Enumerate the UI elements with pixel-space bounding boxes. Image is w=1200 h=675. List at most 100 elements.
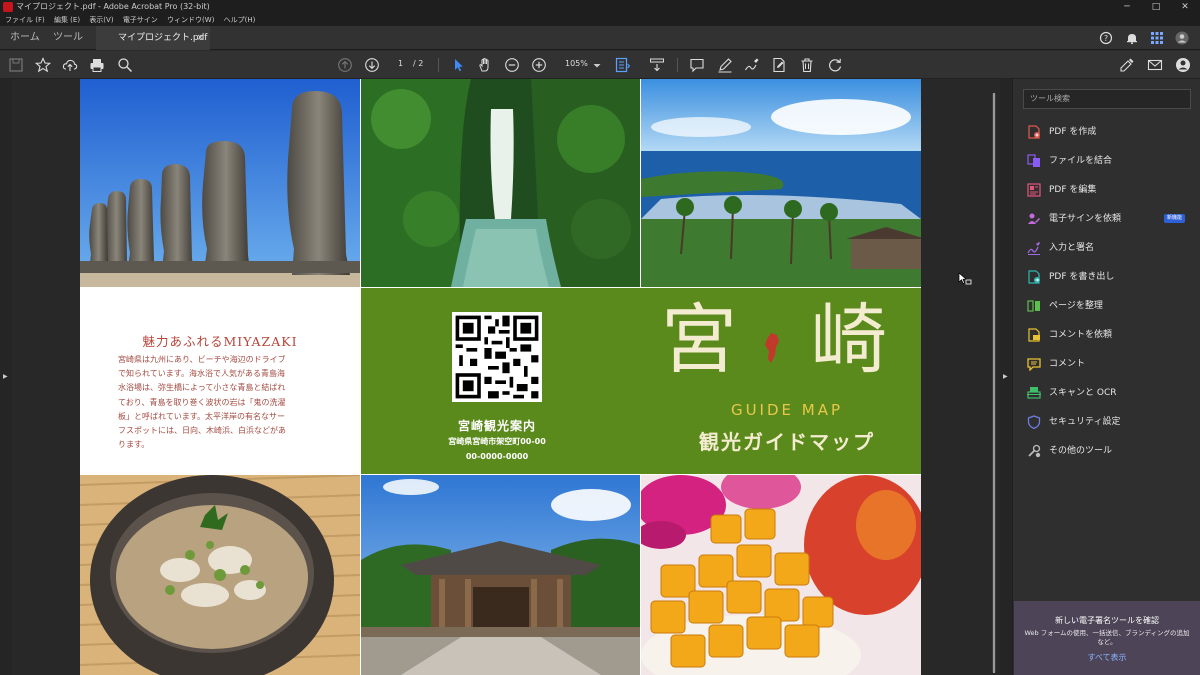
intro-line: フスポットには、日向、木崎浜、白浜などがあ [118,426,286,436]
tool-create-pdf[interactable]: PDF を作成 [1027,123,1197,143]
comment-icon[interactable] [689,57,705,73]
close-window-button[interactable]: ✕ [1170,0,1200,14]
sign-pen-icon[interactable] [744,57,760,73]
coastline-photo [641,79,921,287]
expand-left-pane-icon[interactable]: ▶ [3,373,8,380]
next-page-icon[interactable] [364,57,380,73]
tool-protect[interactable]: セキュリティ設定 [1027,413,1197,433]
window-title: マイプロジェクト.pdf - Adobe Acrobat Pro (32-bit… [16,2,210,11]
hand-tool-icon[interactable] [477,57,493,73]
minimize-button[interactable]: ─ [1112,0,1142,14]
chevron-down-icon[interactable] [589,57,605,73]
tool-combine-files[interactable]: ファイルを結合 [1027,152,1197,172]
page-number-input[interactable]: 1 [398,59,403,68]
request-esign-icon [1028,213,1040,224]
notification-bell-icon[interactable] [1125,31,1139,45]
scroll-mode-icon[interactable] [649,57,665,73]
user-avatar[interactable] [1175,31,1189,45]
zoom-level-dropdown[interactable]: 105% [565,59,588,68]
moai-photo [80,79,360,287]
pdf-page[interactable]: 魅力あふれるMIYAZAKI 宮崎県は九州にあり、ビーチや海辺のドライブ で知ら… [80,79,921,675]
food-bowl-photo [80,475,360,675]
intro-line: 板」と呼ばれています。太平洋岸の有名なサー [118,411,285,421]
share-user-icon[interactable] [1175,57,1191,73]
delete-trash-icon[interactable] [799,57,815,73]
zoom-out-icon[interactable] [504,57,520,73]
tool-label: 入力と署名 [1049,243,1095,253]
promo-see-all-link[interactable]: すべて表示 [1014,652,1200,663]
menu-esign[interactable]: 電子サイン [123,14,158,26]
close-tab-icon[interactable]: × [196,26,204,50]
scrollbar-thumb[interactable] [993,93,995,673]
mango-photo [641,475,921,675]
collapse-right-pane-icon[interactable]: ▶ [1003,373,1008,380]
search-zoom-icon[interactable] [117,57,133,73]
tool-more-tools[interactable]: その他のツール [1027,442,1197,462]
maximize-button[interactable]: □ [1141,0,1171,14]
toolbar-divider [677,58,678,72]
mouse-cursor-icon [958,272,972,285]
menu-edit[interactable]: 編集 (E) [54,14,80,26]
intro-line: 宮崎県は九州にあり、ビーチや海辺のドライブ [118,355,286,364]
scan-ocr-icon [1027,387,1041,399]
rotate-icon[interactable] [827,57,843,73]
tool-label: PDF を書き出し [1049,272,1115,282]
bookmark-star-icon[interactable] [35,57,51,73]
tool-search-input[interactable]: ツール検索 [1023,89,1191,109]
intro-line: で知られています。海水浴で人気がある青島海 [118,369,285,379]
tool-organize-pages[interactable]: ページを整理 [1027,297,1197,317]
shrine-photo [361,475,640,675]
tool-scan-ocr[interactable]: スキャンと OCR [1027,384,1197,404]
highlight-pen-icon[interactable] [717,57,733,73]
organize-pages-icon [1027,300,1040,312]
menu-help[interactable]: ヘルプ(H) [224,14,256,26]
tool-request-comments[interactable]: コメントを依頼 [1027,326,1197,346]
tab-tools[interactable]: ツール [53,26,83,50]
edit-document-icon[interactable] [771,57,787,73]
page-total: / 2 [413,59,424,68]
menu-window[interactable]: ウィンドウ(W) [167,14,214,26]
zoom-in-icon[interactable] [531,57,547,73]
page-fit-icon[interactable] [614,57,630,73]
info-phone: 00-0000-0000 [465,452,529,461]
main-toolbar: 1 / 2 105% [0,51,1200,79]
intro-line: 水浴場は、弥生橋によって小さな青島と結ばれ [118,383,286,393]
info-title: 宮崎観光案内 [457,419,536,433]
new-feature-badge: 新機能 [1163,214,1185,223]
menu-view[interactable]: 表示(V) [89,14,113,26]
sign-document-icon[interactable] [1119,57,1135,73]
tab-home[interactable]: ホーム [10,26,40,50]
tool-label: セキュリティ設定 [1049,417,1121,427]
tools-pane: ツール検索 PDF を作成 ファイルを結合 PDF を編集 電子サインを依頼 新… [1012,79,1200,675]
toolbar-divider [438,58,439,72]
comment-icon [1027,358,1041,371]
tool-request-esign[interactable]: 電子サインを依頼 新機能 [1027,210,1197,230]
right-pane-toggle[interactable]: ▶ [1000,79,1012,675]
apps-grid-icon[interactable] [1150,31,1164,45]
email-envelope-icon[interactable] [1147,57,1163,73]
tool-label: PDF を編集 [1049,185,1097,195]
tool-export-pdf[interactable]: PDF を書き出し [1027,268,1197,288]
tool-label: その他のツール [1049,446,1113,456]
miyazaki-prefecture-icon [765,333,779,363]
menu-file[interactable]: ファイル (F) [5,14,45,26]
svg-text:?: ? [1104,34,1108,43]
qr-code [452,312,542,402]
previous-page-icon[interactable] [337,57,353,73]
left-navigation-pane[interactable]: ▶ [0,79,12,675]
tab-bar: ホーム ツール マイプロジェクト.pdf × ? [0,26,1200,50]
tool-edit-pdf[interactable]: PDF を編集 [1027,181,1197,201]
guide-map-jp: 観光ガイドマップ [699,430,875,454]
more-tools-icon [1028,444,1041,458]
tool-label: コメントを依頼 [1049,330,1113,340]
save-icon[interactable] [8,57,24,73]
tool-comment[interactable]: コメント [1027,355,1197,375]
tab-document[interactable]: マイプロジェクト.pdf × [96,26,210,50]
select-pointer-icon[interactable] [450,57,466,73]
acrobat-logo-icon [3,2,13,12]
print-icon[interactable] [89,57,105,73]
intro-title: 魅力あふれるMIYAZAKI [142,334,298,349]
tool-fill-sign[interactable]: 入力と署名 [1027,239,1197,259]
help-icon[interactable]: ? [1099,31,1113,45]
upload-cloud-icon[interactable] [62,57,78,73]
